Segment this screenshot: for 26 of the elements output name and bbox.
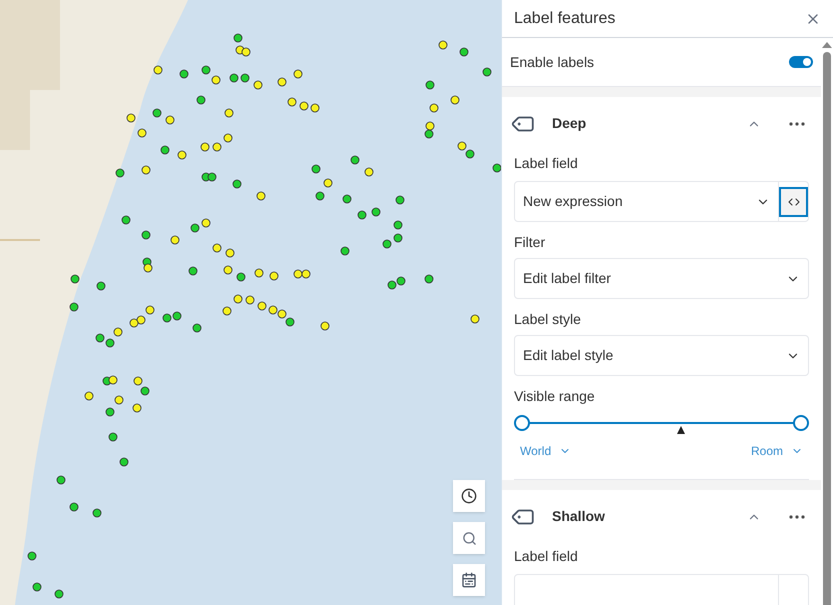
time-button[interactable] bbox=[453, 480, 485, 512]
slider-thumb[interactable] bbox=[793, 415, 809, 431]
field-label: Filter bbox=[514, 233, 546, 252]
calendar-icon bbox=[461, 572, 477, 588]
date-range-button[interactable] bbox=[453, 564, 485, 596]
field-label: Label style bbox=[514, 310, 582, 329]
slider-thumb[interactable] bbox=[514, 415, 530, 431]
code-icon bbox=[788, 196, 800, 208]
class-name: Shallow bbox=[552, 507, 606, 526]
toggle-switch[interactable] bbox=[789, 56, 813, 68]
search-icon bbox=[462, 530, 476, 546]
label-field-dropdown[interactable] bbox=[514, 574, 809, 605]
field-label: Label field bbox=[514, 154, 579, 173]
clock-icon bbox=[461, 488, 477, 504]
search-button[interactable] bbox=[453, 522, 485, 554]
field-label: Visible range bbox=[514, 387, 596, 406]
filter-dropdown[interactable]: Edit label filter bbox=[514, 258, 809, 299]
label-field-dropdown[interactable]: New expression bbox=[514, 181, 809, 222]
field-label: Label field bbox=[514, 547, 579, 566]
expression-button[interactable] bbox=[779, 186, 808, 216]
class-name: Deep bbox=[552, 114, 588, 133]
panel-title: Label features bbox=[514, 8, 616, 28]
style-dropdown[interactable]: Edit label style bbox=[514, 335, 809, 376]
more-icon bbox=[789, 122, 805, 126]
more-icon bbox=[789, 514, 805, 518]
enable-labels-label: Enable labels bbox=[510, 52, 594, 72]
